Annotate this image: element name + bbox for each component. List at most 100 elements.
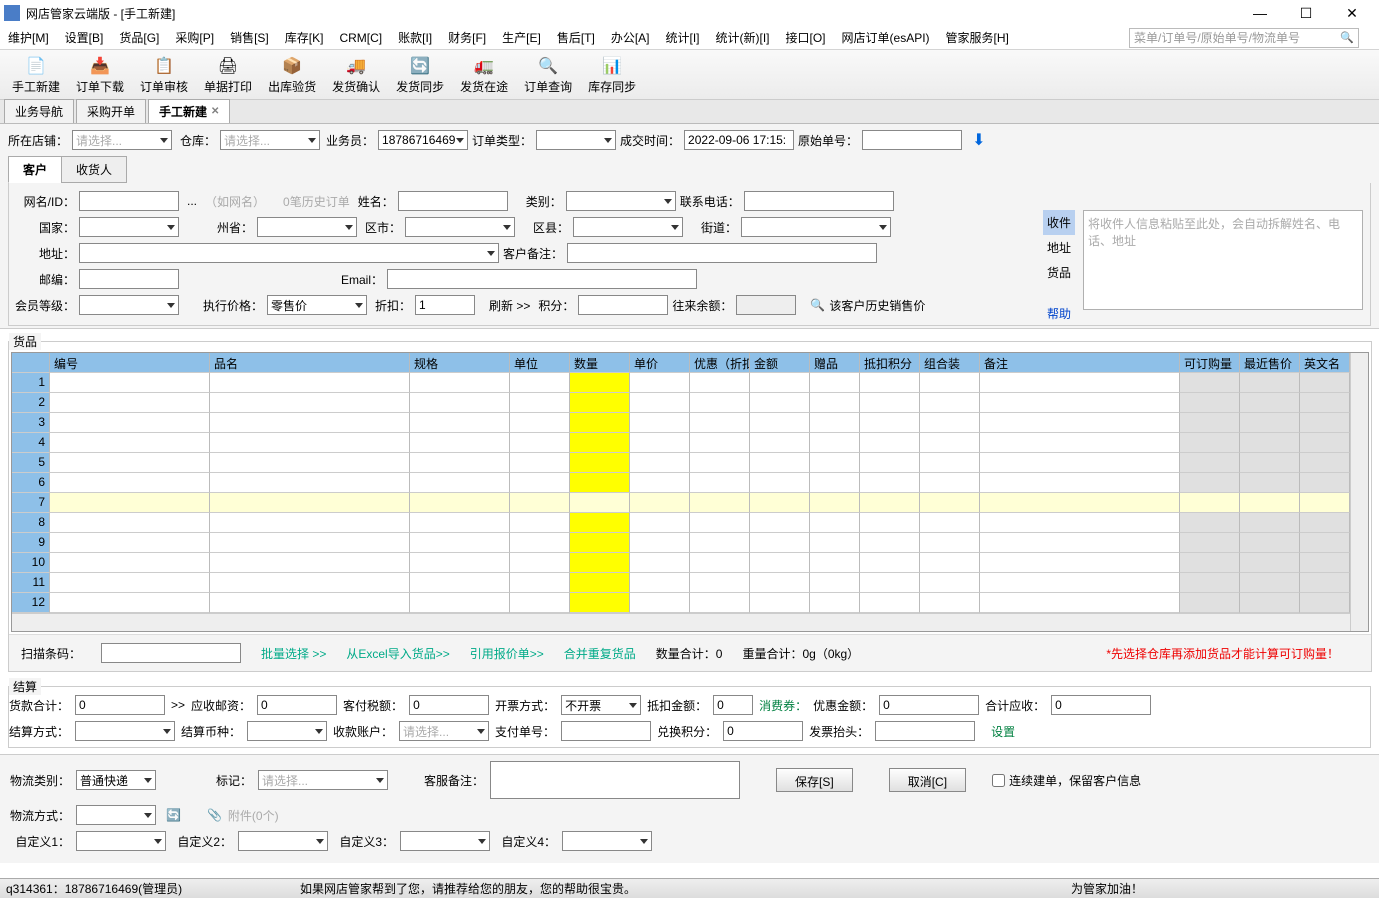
menu-item[interactable]: 管家服务[H] bbox=[938, 29, 1017, 46]
cell[interactable] bbox=[570, 513, 630, 533]
cell[interactable] bbox=[980, 573, 1180, 593]
cell[interactable] bbox=[690, 513, 750, 533]
cell[interactable] bbox=[1180, 453, 1240, 473]
currency-select[interactable] bbox=[247, 721, 327, 741]
shop-select[interactable]: 请选择... bbox=[72, 130, 172, 150]
cell[interactable] bbox=[50, 413, 210, 433]
cell[interactable] bbox=[1240, 373, 1300, 393]
cell[interactable] bbox=[630, 533, 690, 553]
sidetab-help[interactable]: 帮助 bbox=[1043, 301, 1075, 326]
cell[interactable] bbox=[1240, 553, 1300, 573]
cell[interactable] bbox=[210, 473, 410, 493]
cell[interactable] bbox=[1180, 413, 1240, 433]
origno-input[interactable] bbox=[862, 130, 962, 150]
address-input[interactable] bbox=[79, 243, 499, 263]
invhead-input[interactable] bbox=[875, 721, 975, 741]
batch-select-link[interactable]: 批量选择 >> bbox=[261, 645, 326, 662]
netid-input[interactable] bbox=[79, 191, 179, 211]
cell[interactable] bbox=[510, 553, 570, 573]
cell[interactable] bbox=[570, 413, 630, 433]
tab-customer[interactable]: 客户 bbox=[8, 156, 62, 183]
cell[interactable] bbox=[410, 473, 510, 493]
menu-item[interactable]: 生产[E] bbox=[494, 29, 549, 46]
cell[interactable] bbox=[1180, 573, 1240, 593]
cell[interactable] bbox=[980, 433, 1180, 453]
cell[interactable] bbox=[860, 453, 920, 473]
cell[interactable] bbox=[570, 373, 630, 393]
col-header[interactable]: 单位 bbox=[510, 353, 570, 373]
paste-recipient-box[interactable]: 将收件人信息粘贴至此处，会自动拆解姓名、电话、地址 bbox=[1083, 210, 1363, 310]
table-row[interactable]: 5 bbox=[12, 453, 1350, 473]
cell[interactable] bbox=[410, 493, 510, 513]
cell[interactable] bbox=[690, 573, 750, 593]
cell[interactable] bbox=[1300, 593, 1350, 613]
cell[interactable] bbox=[690, 593, 750, 613]
cell[interactable] bbox=[810, 573, 860, 593]
cell[interactable] bbox=[750, 473, 810, 493]
cell[interactable] bbox=[920, 413, 980, 433]
keep-checkbox-input[interactable] bbox=[992, 774, 1005, 787]
cell[interactable] bbox=[570, 553, 630, 573]
cell[interactable] bbox=[980, 593, 1180, 613]
cell[interactable] bbox=[750, 393, 810, 413]
cell[interactable] bbox=[690, 433, 750, 453]
cell[interactable] bbox=[410, 433, 510, 453]
cell[interactable] bbox=[630, 393, 690, 413]
warehouse-select[interactable]: 请选择... bbox=[220, 130, 320, 150]
menu-item[interactable]: 统计(新)[I] bbox=[708, 29, 778, 46]
menu-item[interactable]: 办公[A] bbox=[603, 29, 658, 46]
toolbar-button[interactable]: 📦出库验货 bbox=[262, 52, 322, 97]
mark-select[interactable]: 请选择... bbox=[258, 770, 388, 790]
cell[interactable] bbox=[980, 513, 1180, 533]
col-header[interactable]: 单价 bbox=[630, 353, 690, 373]
cell[interactable] bbox=[860, 553, 920, 573]
toolbar-button[interactable]: 📥订单下载 bbox=[70, 52, 130, 97]
agent-select[interactable]: 18786716469 bbox=[378, 130, 468, 150]
cell[interactable] bbox=[690, 473, 750, 493]
close-tab-icon[interactable]: ✕ bbox=[211, 106, 219, 117]
cell[interactable] bbox=[630, 493, 690, 513]
zip-input[interactable] bbox=[79, 269, 179, 289]
couponamt-input[interactable] bbox=[879, 695, 979, 715]
cell[interactable] bbox=[210, 513, 410, 533]
cell[interactable] bbox=[860, 473, 920, 493]
cell[interactable] bbox=[50, 453, 210, 473]
doc-tab[interactable]: 业务导航 bbox=[4, 99, 74, 123]
keep-checkbox[interactable]: 连续建单，保留客户信息 bbox=[992, 772, 1141, 789]
cell[interactable] bbox=[810, 513, 860, 533]
cell[interactable] bbox=[1300, 393, 1350, 413]
config-link[interactable]: 设置 bbox=[991, 723, 1015, 740]
cell[interactable] bbox=[50, 513, 210, 533]
cell[interactable] bbox=[210, 413, 410, 433]
cell[interactable] bbox=[510, 393, 570, 413]
cell[interactable] bbox=[50, 373, 210, 393]
col-header[interactable]: 组合装 bbox=[920, 353, 980, 373]
table-row[interactable]: 11 bbox=[12, 573, 1350, 593]
cell[interactable] bbox=[510, 533, 570, 553]
cell[interactable] bbox=[860, 413, 920, 433]
logimode-select[interactable] bbox=[76, 805, 156, 825]
cell[interactable] bbox=[810, 373, 860, 393]
invoice-select[interactable]: 不开票 bbox=[561, 695, 641, 715]
save-button[interactable]: 保存[S] bbox=[776, 768, 853, 792]
cell[interactable] bbox=[1180, 553, 1240, 573]
cell[interactable] bbox=[410, 553, 510, 573]
cell[interactable] bbox=[860, 493, 920, 513]
cell[interactable] bbox=[510, 433, 570, 453]
cell[interactable] bbox=[750, 413, 810, 433]
sidetab-goods[interactable]: 货品 bbox=[1043, 260, 1075, 285]
logicat-select[interactable]: 普通快递 bbox=[76, 770, 156, 790]
cell[interactable] bbox=[860, 533, 920, 553]
cell[interactable] bbox=[690, 553, 750, 573]
cell[interactable] bbox=[1300, 433, 1350, 453]
discount-input[interactable] bbox=[415, 295, 475, 315]
cell[interactable] bbox=[510, 513, 570, 533]
menu-item[interactable]: 货品[G] bbox=[111, 29, 167, 46]
refresh-icon[interactable]: 🔄 bbox=[166, 808, 181, 822]
cell[interactable] bbox=[920, 533, 980, 553]
cell[interactable] bbox=[50, 553, 210, 573]
cell[interactable] bbox=[920, 433, 980, 453]
category-select[interactable] bbox=[566, 191, 676, 211]
cell[interactable] bbox=[510, 593, 570, 613]
cell[interactable] bbox=[690, 453, 750, 473]
